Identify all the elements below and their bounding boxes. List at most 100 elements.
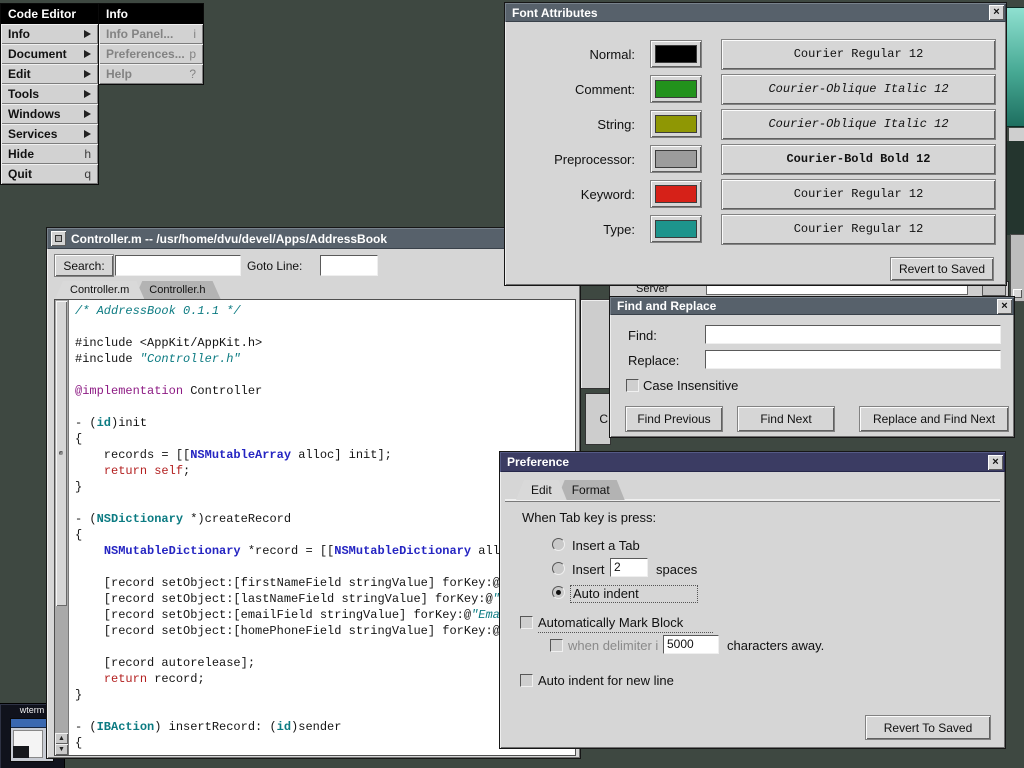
color-well-button[interactable] (651, 41, 701, 67)
close-icon[interactable]: × (988, 455, 1003, 470)
font-select-button[interactable]: Courier-Bold Bold 12 (722, 145, 995, 174)
revert-to-saved-button[interactable]: Revert to Saved (891, 258, 993, 280)
menu-item-windows[interactable]: Windows (1, 104, 98, 124)
case-insensitive-label: Case Insensitive (643, 378, 738, 393)
case-insensitive-checkbox[interactable] (626, 379, 639, 392)
menu-item-label: Quit (8, 167, 32, 181)
menu-item-services[interactable]: Services (1, 124, 98, 144)
font-select-button[interactable]: Courier Regular 12 (722, 180, 995, 209)
spaces-count-input[interactable]: 2 (610, 558, 648, 577)
menu-key-equivalent: i (193, 27, 196, 41)
scroll-up-button[interactable]: ▲ (55, 733, 68, 744)
tab-controller-m[interactable]: Controller.m (55, 281, 144, 299)
search-button[interactable]: Search: (55, 255, 113, 276)
editor-window-title: Controller.m -- /usr/home/dvu/devel/Apps… (66, 232, 578, 246)
insert-tab-label: Insert a Tab (572, 538, 640, 553)
menu-item-label: Info Panel... (106, 27, 173, 41)
attribute-label: Keyword: (517, 187, 635, 202)
background-window-fragment (1007, 141, 1024, 235)
spaces-suffix-label: spaces (656, 562, 697, 577)
submenu-arrow-icon (84, 110, 91, 118)
attribute-label: Normal: (517, 47, 635, 62)
menu-item-quit[interactable]: Quitq (1, 164, 98, 184)
miniaturize-button[interactable] (51, 231, 66, 246)
find-replace-titlebar[interactable]: Find and Replace × (610, 297, 1014, 315)
submenu-arrow-icon (84, 50, 91, 58)
color-well-button[interactable] (651, 111, 701, 137)
background-window-fragment: C (586, 394, 610, 444)
tab-format[interactable]: Format (557, 480, 625, 500)
font-select-button[interactable]: Courier-Oblique Italic 12 (722, 75, 995, 104)
menu-item-label: Services (8, 127, 57, 141)
menu-item-tools[interactable]: Tools (1, 84, 98, 104)
menu-item-info-panel[interactable]: Info Panel... i (99, 24, 203, 44)
font-select-button[interactable]: Courier-Oblique Italic 12 (722, 110, 995, 139)
insert-spaces-radio[interactable] (552, 562, 565, 575)
scrollbar-knob[interactable] (56, 301, 67, 606)
goto-line-label: Goto Line: (247, 259, 302, 273)
menu-item-hide[interactable]: Hideh (1, 144, 98, 164)
preference-titlebar[interactable]: Preference × (500, 452, 1005, 472)
menu-item-edit[interactable]: Edit (1, 64, 98, 84)
insert-spaces-label: Insert (572, 562, 605, 577)
replace-input[interactable] (705, 350, 1001, 369)
auto-indent-newline-checkbox[interactable] (520, 674, 533, 687)
menu-item-label: Help (106, 67, 132, 81)
background-window-fragment (581, 300, 610, 388)
font-attributes-title: Font Attributes (507, 6, 989, 20)
menu-item-help[interactable]: Help? (99, 64, 203, 84)
background-window-fragment (1009, 128, 1024, 141)
color-swatch (655, 45, 697, 63)
mark-block-checkbox[interactable] (520, 616, 533, 629)
color-well-button[interactable] (651, 146, 701, 172)
submenu-arrow-icon (84, 70, 91, 78)
find-input[interactable] (705, 325, 1001, 344)
font-attributes-titlebar[interactable]: Font Attributes × (505, 3, 1006, 22)
color-well-button[interactable] (651, 216, 701, 242)
scroll-down-button[interactable]: ▼ (55, 744, 68, 755)
revert-to-saved-button[interactable]: Revert To Saved (866, 716, 990, 739)
submenu-arrow-icon (84, 130, 91, 138)
menu-item-info[interactable]: Info (1, 24, 98, 44)
menu-item-document[interactable]: Document (1, 44, 98, 64)
preference-tab-bar: EditFormat (516, 480, 625, 500)
tab-edit[interactable]: Edit (516, 480, 567, 500)
insert-tab-radio[interactable] (552, 538, 565, 551)
menu-item-label: Preferences... (106, 47, 185, 61)
editor-titlebar[interactable]: Controller.m -- /usr/home/dvu/devel/Apps… (47, 228, 580, 249)
submenu-arrow-icon (84, 90, 91, 98)
close-icon[interactable]: × (997, 299, 1012, 314)
font-select-button[interactable]: Courier Regular 12 (722, 215, 995, 244)
font-attribute-row: Type:Courier Regular 12 (505, 214, 1006, 244)
color-well-button[interactable] (651, 181, 701, 207)
fragment-scrollbar (982, 284, 1006, 296)
find-next-button[interactable]: Find Next (738, 407, 834, 431)
menu-key-equivalent: h (84, 147, 91, 161)
color-swatch (655, 150, 697, 168)
find-previous-button[interactable]: Find Previous (626, 407, 722, 431)
code-line: - (id)init (75, 415, 575, 431)
replace-and-find-next-button[interactable]: Replace and Find Next (860, 407, 1008, 431)
info-submenu-title[interactable]: Info (99, 4, 203, 24)
vertical-scrollbar[interactable]: ▲ ▼ (55, 300, 69, 755)
tab-key-section-label: When Tab key is press: (522, 510, 656, 525)
info-submenu-items: Info Panel... i Preferences... p Help? (99, 24, 203, 84)
font-select-button[interactable]: Courier Regular 12 (722, 40, 995, 69)
goto-line-input[interactable] (320, 255, 378, 276)
app-menu-title[interactable]: Code Editor (1, 4, 98, 24)
menu-item-preferences[interactable]: Preferences... p (99, 44, 203, 64)
delimiter-count-input[interactable]: 5000 (663, 635, 719, 654)
auto-indent-radio[interactable] (552, 586, 565, 599)
delimiter-checkbox[interactable] (550, 639, 563, 652)
close-icon[interactable]: × (989, 5, 1004, 20)
menu-key-equivalent: p (189, 47, 196, 61)
code-line: /* AddressBook 0.1.1 */ (75, 303, 575, 319)
attribute-label: String: (517, 117, 635, 132)
code-line: #include <AppKit/AppKit.h> (75, 335, 575, 351)
font-attribute-row: Normal: Courier Regular 12 (505, 39, 1006, 69)
menu-item-label: Edit (8, 67, 31, 81)
color-well-button[interactable] (651, 76, 701, 102)
delimiter-suffix-label: characters away. (727, 638, 824, 653)
tab-controller-h[interactable]: Controller.h (134, 281, 220, 299)
search-input[interactable] (115, 255, 241, 276)
